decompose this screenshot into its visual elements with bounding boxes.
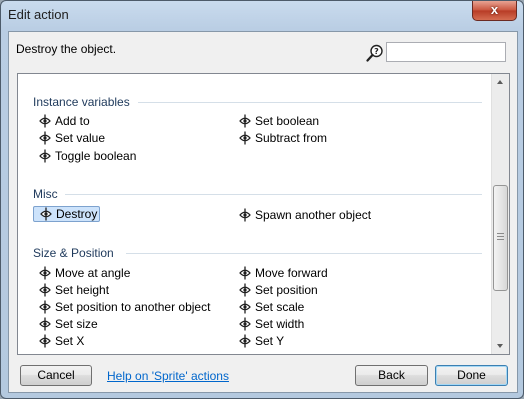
action-icon	[39, 317, 51, 331]
section-divider	[126, 253, 482, 254]
action-label: Set boolean	[255, 114, 320, 128]
title-bar[interactable]: Edit action x	[1, 1, 523, 29]
action-label: Move at angle	[55, 266, 131, 280]
action-label: Set width	[255, 317, 305, 331]
action-icon	[239, 317, 251, 331]
vertical-scrollbar[interactable]	[491, 74, 509, 354]
action-set-size[interactable]: Set size	[33, 316, 100, 332]
action-icon	[239, 300, 251, 314]
action-toggle-boolean[interactable]: Toggle boolean	[33, 148, 138, 164]
action-label: Set scale	[255, 300, 305, 314]
action-set-value[interactable]: Set value	[33, 130, 107, 146]
actions-list[interactable]: Instance variables Add to Set boolean Se…	[17, 73, 510, 355]
search-help-icon[interactable]: ?	[366, 44, 384, 62]
action-set-boolean[interactable]: Set boolean	[233, 113, 321, 129]
action-set-height[interactable]: Set height	[33, 282, 111, 298]
action-label: Set position	[255, 283, 318, 297]
close-button[interactable]: x	[472, 1, 517, 21]
action-label: Set position to another object	[55, 300, 211, 314]
actions-list-content: Instance variables Add to Set boolean Se…	[18, 74, 492, 354]
action-label: Move forward	[255, 266, 328, 280]
action-icon	[239, 266, 251, 280]
action-set-position[interactable]: Set position	[233, 282, 320, 298]
dialog-body: Destroy the object. ? Instance variables…	[8, 31, 518, 393]
action-label: Set size	[55, 317, 98, 331]
action-set-width[interactable]: Set width	[233, 316, 306, 332]
back-button[interactable]: Back	[355, 365, 428, 386]
action-label: Toggle boolean	[55, 149, 137, 163]
cancel-button[interactable]: Cancel	[20, 365, 92, 386]
action-destroy[interactable]: Destroy	[33, 206, 101, 222]
scrollbar-thumb[interactable]	[493, 185, 508, 291]
search-input[interactable]	[386, 42, 506, 62]
close-icon: x	[490, 2, 499, 17]
action-set-scale[interactable]: Set scale	[233, 299, 306, 315]
action-icon	[39, 283, 51, 297]
help-sprite-actions-link[interactable]: Help on 'Sprite' actions	[107, 369, 229, 383]
action-icon	[239, 283, 251, 297]
action-icon	[39, 334, 51, 348]
section-divider	[138, 102, 482, 103]
section-header-instance-variables: Instance variables	[33, 95, 130, 109]
action-set-y[interactable]: Set Y	[233, 333, 286, 349]
action-label: Destroy	[56, 207, 98, 221]
action-label: Add to	[55, 114, 90, 128]
section-header-misc: Misc	[33, 187, 58, 201]
action-icon	[39, 266, 51, 280]
action-set-x[interactable]: Set X	[33, 333, 86, 349]
action-icon	[40, 207, 52, 221]
action-move-at-angle[interactable]: Move at angle	[33, 265, 132, 281]
action-move-forward[interactable]: Move forward	[233, 265, 330, 281]
action-label: Subtract from	[255, 131, 328, 145]
scroll-up-arrow-icon[interactable]	[492, 74, 509, 91]
action-icon	[239, 114, 251, 128]
action-icon	[239, 334, 251, 348]
action-icon	[39, 300, 51, 314]
action-icon	[239, 208, 251, 222]
action-set-position-to-another-object[interactable]: Set position to another object	[33, 299, 212, 315]
action-subtract-from[interactable]: Subtract from	[233, 130, 329, 146]
svg-text:?: ?	[374, 47, 379, 56]
section-header-size-position: Size & Position	[33, 246, 114, 260]
window-title: Edit action	[8, 7, 69, 22]
action-label: Set height	[55, 283, 110, 297]
action-spawn-another-object[interactable]: Spawn another object	[233, 207, 373, 223]
section-divider	[65, 194, 482, 195]
edit-action-dialog: Edit action x Destroy the object. ? Inst…	[0, 0, 524, 399]
action-label: Set value	[55, 131, 106, 145]
action-description: Destroy the object.	[16, 42, 117, 56]
action-add-to[interactable]: Add to	[33, 113, 92, 129]
action-icon	[39, 114, 51, 128]
action-label: Set Y	[255, 334, 285, 348]
action-label: Spawn another object	[255, 208, 372, 222]
scroll-down-arrow-icon[interactable]	[492, 337, 509, 354]
done-button[interactable]: Done	[435, 365, 508, 386]
action-icon	[39, 149, 51, 163]
action-icon	[239, 131, 251, 145]
action-label: Set X	[55, 334, 85, 348]
action-icon	[39, 131, 51, 145]
